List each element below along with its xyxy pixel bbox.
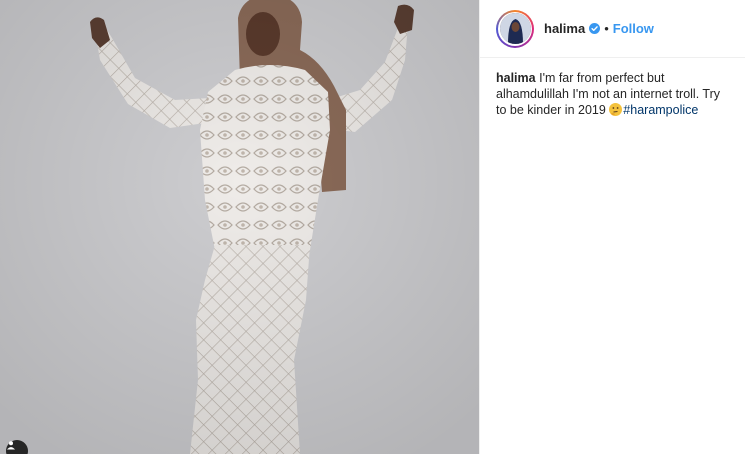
instagram-post: halima • Follow halima I'm far from perf… (0, 0, 745, 454)
avatar-story-ring[interactable] (496, 9, 534, 48)
username-link[interactable]: halima (544, 21, 585, 36)
caption-username[interactable]: halima (496, 71, 536, 85)
post-caption: halima I'm far from perfect but alhamdul… (480, 58, 745, 118)
user-tag-icon (7, 441, 15, 450)
hashtag-link[interactable]: #harampolice (623, 103, 698, 117)
avatar (498, 11, 532, 46)
follow-button[interactable]: Follow (613, 21, 654, 36)
avatar-image (499, 13, 531, 44)
post-image[interactable] (0, 0, 479, 454)
post-header: halima • Follow (480, 0, 745, 58)
verified-badge-icon (589, 23, 601, 34)
post-sidebar: halima • Follow halima I'm far from perf… (479, 0, 745, 454)
thinking-face-emoji-icon (609, 103, 623, 116)
post-photo (0, 0, 479, 454)
separator-dot: • (604, 21, 609, 36)
